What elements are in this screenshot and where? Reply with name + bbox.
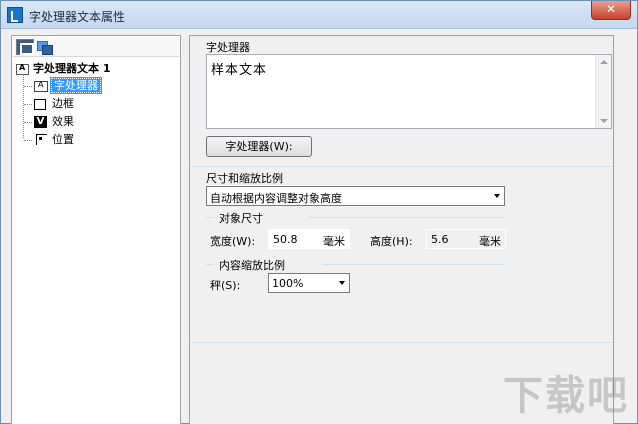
chevron-down-icon [339, 281, 345, 285]
close-button[interactable]: ✕ [591, 1, 631, 20]
border-icon [34, 98, 46, 110]
text-icon [34, 80, 48, 92]
text-object-icon [16, 63, 29, 75]
tree-item-label: 位置 [52, 133, 74, 146]
width-field[interactable]: 50.8 毫米 [268, 229, 350, 249]
size-mode-value: 自动根据内容调整对象高度 [210, 192, 342, 205]
tree-item-label: 字处理器 [50, 77, 102, 94]
position-icon [34, 134, 47, 146]
window-title: 字处理器文本属性 [29, 10, 126, 24]
watermark-logo: 下载吧 [503, 373, 629, 419]
tree-item-label: 边框 [52, 97, 74, 110]
tree-panel: 字处理器文本 1 字处理器 边框 V 效果 位置 [11, 35, 181, 424]
chevron-down-icon [494, 194, 500, 198]
tree-item-position[interactable]: 位置 [24, 131, 76, 147]
word-processor-button[interactable]: 字处理器(W): [206, 136, 312, 157]
scale-select[interactable]: 100% [268, 273, 350, 293]
effect-icon: V [34, 116, 47, 128]
tree-root[interactable]: 字处理器文本 1 [16, 60, 110, 76]
size-scale-section-label: 尺寸和缩放比例 [206, 172, 283, 185]
tree-toolbar [13, 37, 179, 57]
height-field: 5.6 毫米 [426, 229, 506, 249]
group-line [206, 217, 214, 218]
fit-view-icon[interactable] [16, 39, 34, 55]
group-line [308, 217, 505, 218]
tree-root-label: 字处理器文本 1 [33, 62, 111, 75]
tree-item-word-processor[interactable]: 字处理器 [24, 77, 102, 94]
width-label: 宽度(W): [210, 235, 256, 248]
properties-window: 字处理器文本属性 ✕ 字处理器文本 1 字处理器 边框 V 效果 位置 [0, 0, 638, 424]
section-divider [190, 166, 613, 167]
scroll-down-icon[interactable] [600, 119, 608, 123]
object-size-title: 对象尺寸 [219, 212, 263, 225]
scale-value: 100% [272, 277, 304, 290]
height-label: 高度(H): [370, 235, 413, 248]
sample-text-value: 样本文本 [211, 63, 268, 78]
scale-label: 秤(S): [210, 279, 241, 292]
height-value: 5.6 [431, 233, 449, 246]
width-value: 50.8 [273, 233, 298, 246]
group-line [322, 264, 505, 265]
size-mode-select[interactable]: 自动根据内容调整对象高度 [206, 186, 505, 206]
height-unit: 毫米 [479, 235, 501, 248]
tree-item-effect[interactable]: V 效果 [24, 113, 76, 129]
text-scrollbar[interactable] [595, 55, 611, 128]
title-bar: 字处理器文本属性 ✕ [1, 1, 637, 29]
app-icon [7, 7, 23, 23]
width-unit: 毫米 [323, 235, 345, 248]
word-processor-section-label: 字处理器 [206, 41, 250, 54]
section-divider [190, 342, 613, 343]
group-line [206, 264, 214, 265]
layers-icon[interactable] [36, 39, 54, 55]
scroll-up-icon[interactable] [600, 60, 608, 64]
tree-item-border[interactable]: 边框 [24, 95, 76, 111]
tree-item-label: 效果 [52, 115, 74, 128]
content-scale-title: 内容缩放比例 [219, 259, 285, 272]
sample-text-area[interactable]: 样本文本 [206, 54, 612, 129]
